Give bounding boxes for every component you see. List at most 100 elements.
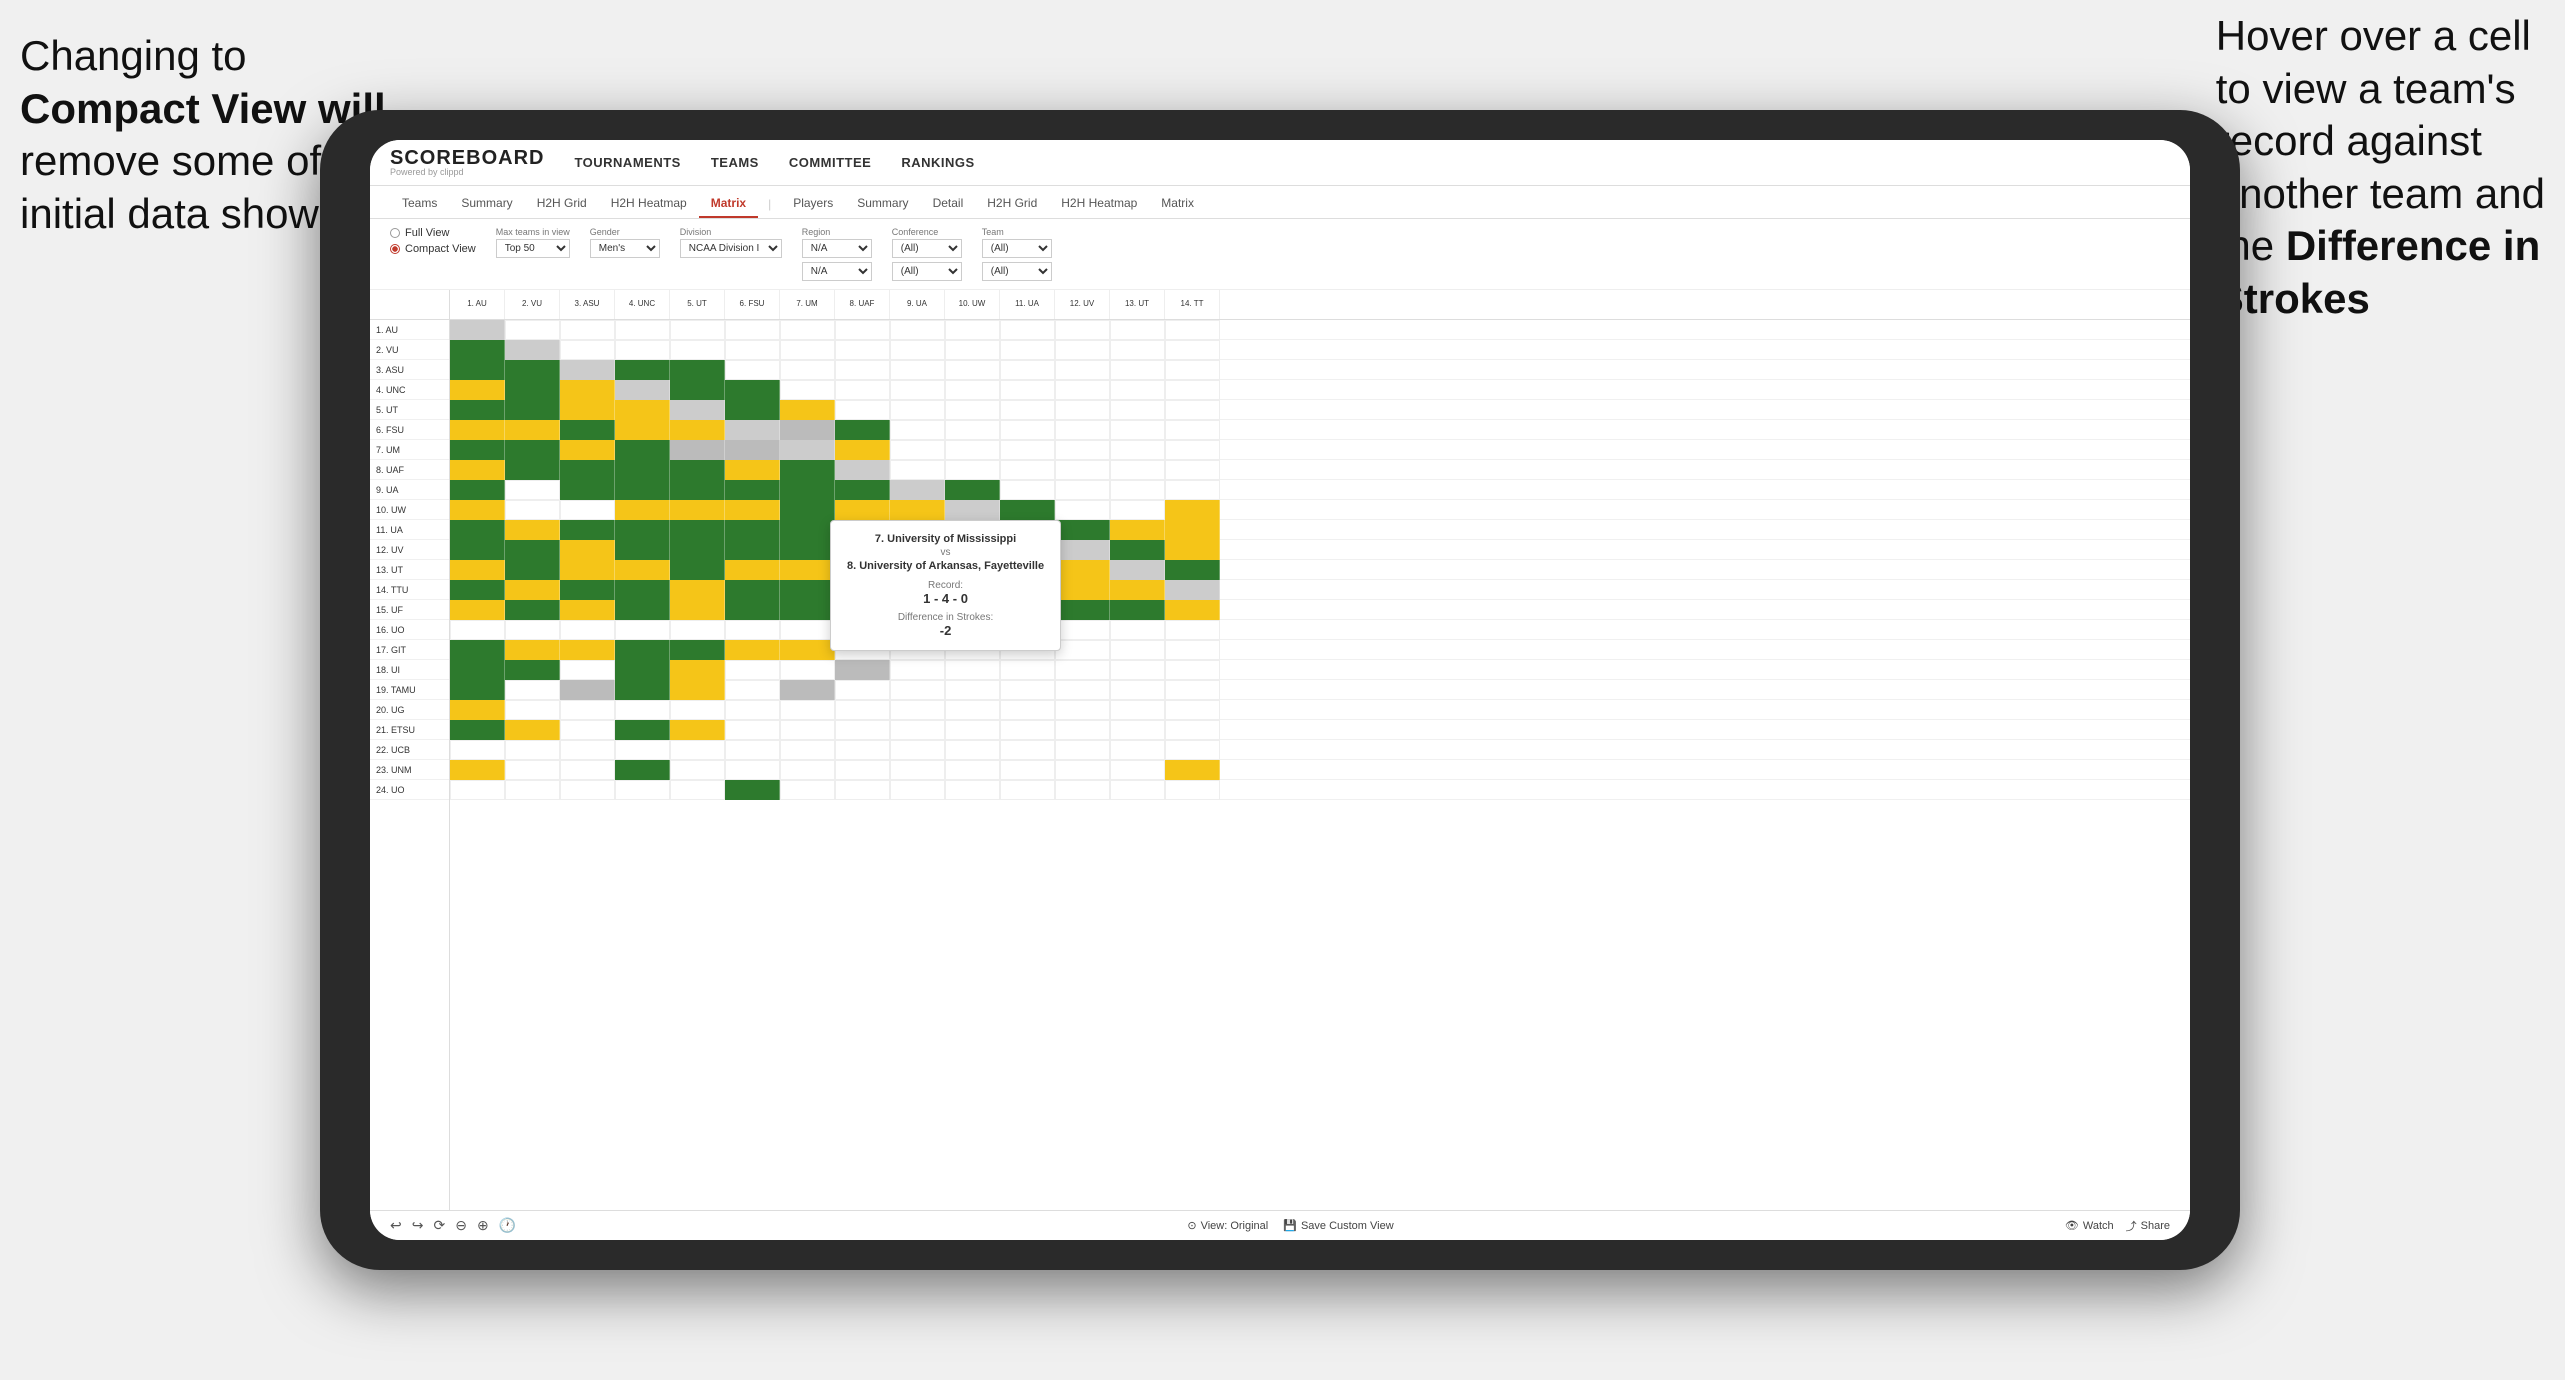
cell-10-11[interactable] bbox=[1000, 500, 1055, 520]
cell-24-5[interactable] bbox=[670, 780, 725, 800]
cell-8-6[interactable] bbox=[725, 460, 780, 480]
cell-18-5[interactable] bbox=[670, 660, 725, 680]
cell-17-13[interactable] bbox=[1110, 640, 1165, 660]
cell-14-12[interactable] bbox=[1055, 580, 1110, 600]
cell-5-6[interactable] bbox=[725, 400, 780, 420]
cell-24-1[interactable] bbox=[450, 780, 505, 800]
cell-1-4[interactable] bbox=[615, 320, 670, 340]
cell-20-13[interactable] bbox=[1110, 700, 1165, 720]
nav-rankings[interactable]: RANKINGS bbox=[901, 155, 974, 170]
cell-13-13[interactable] bbox=[1110, 560, 1165, 580]
cell-20-2[interactable] bbox=[505, 700, 560, 720]
cell-1-1[interactable] bbox=[450, 320, 505, 340]
compact-view-radio[interactable] bbox=[390, 244, 400, 254]
cell-6-13[interactable] bbox=[1110, 420, 1165, 440]
cell-2-2[interactable] bbox=[505, 340, 560, 360]
conference-select[interactable]: (All) bbox=[892, 239, 962, 258]
cell-6-14[interactable] bbox=[1165, 420, 1220, 440]
cell-19-14[interactable] bbox=[1165, 680, 1220, 700]
cell-5-13[interactable] bbox=[1110, 400, 1165, 420]
zoom-in-icon[interactable]: ⊕ bbox=[477, 1217, 489, 1234]
cell-6-10[interactable] bbox=[945, 420, 1000, 440]
cell-20-6[interactable] bbox=[725, 700, 780, 720]
cell-24-8[interactable] bbox=[835, 780, 890, 800]
cell-6-2[interactable] bbox=[505, 420, 560, 440]
cell-4-8[interactable] bbox=[835, 380, 890, 400]
cell-9-6[interactable] bbox=[725, 480, 780, 500]
cell-14-3[interactable] bbox=[560, 580, 615, 600]
cell-15-7[interactable] bbox=[780, 600, 835, 620]
cell-19-13[interactable] bbox=[1110, 680, 1165, 700]
cell-6-5[interactable] bbox=[670, 420, 725, 440]
cell-2-7[interactable] bbox=[780, 340, 835, 360]
tab-players-h2h-grid[interactable]: H2H Grid bbox=[975, 190, 1049, 218]
cell-11-1[interactable] bbox=[450, 520, 505, 540]
cell-24-3[interactable] bbox=[560, 780, 615, 800]
tab-players-h2h-heatmap[interactable]: H2H Heatmap bbox=[1049, 190, 1149, 218]
cell-5-1[interactable] bbox=[450, 400, 505, 420]
cell-9-14[interactable] bbox=[1165, 480, 1220, 500]
cell-21-11[interactable] bbox=[1000, 720, 1055, 740]
cell-13-4[interactable] bbox=[615, 560, 670, 580]
cell-4-3[interactable] bbox=[560, 380, 615, 400]
cell-7-7[interactable] bbox=[780, 440, 835, 460]
cell-24-9[interactable] bbox=[890, 780, 945, 800]
cell-10-1[interactable] bbox=[450, 500, 505, 520]
cell-2-13[interactable] bbox=[1110, 340, 1165, 360]
cell-19-10[interactable] bbox=[945, 680, 1000, 700]
cell-3-4[interactable] bbox=[615, 360, 670, 380]
cell-21-12[interactable] bbox=[1055, 720, 1110, 740]
cell-18-7[interactable] bbox=[780, 660, 835, 680]
cell-16-7[interactable] bbox=[780, 620, 835, 640]
cell-7-10[interactable] bbox=[945, 440, 1000, 460]
cell-23-5[interactable] bbox=[670, 760, 725, 780]
cell-10-13[interactable] bbox=[1110, 500, 1165, 520]
cell-22-2[interactable] bbox=[505, 740, 560, 760]
cell-23-14[interactable] bbox=[1165, 760, 1220, 780]
cell-24-12[interactable] bbox=[1055, 780, 1110, 800]
cell-1-8[interactable] bbox=[835, 320, 890, 340]
cell-1-2[interactable] bbox=[505, 320, 560, 340]
cell-3-8[interactable] bbox=[835, 360, 890, 380]
cell-18-9[interactable] bbox=[890, 660, 945, 680]
cell-19-4[interactable] bbox=[615, 680, 670, 700]
cell-23-2[interactable] bbox=[505, 760, 560, 780]
cell-16-6[interactable] bbox=[725, 620, 780, 640]
cell-8-5[interactable] bbox=[670, 460, 725, 480]
cell-22-3[interactable] bbox=[560, 740, 615, 760]
cell-21-8[interactable] bbox=[835, 720, 890, 740]
cell-3-1[interactable] bbox=[450, 360, 505, 380]
cell-22-1[interactable] bbox=[450, 740, 505, 760]
cell-5-7[interactable] bbox=[780, 400, 835, 420]
cell-15-5[interactable] bbox=[670, 600, 725, 620]
cell-22-7[interactable] bbox=[780, 740, 835, 760]
region-select[interactable]: N/A bbox=[802, 239, 872, 258]
cell-7-11[interactable] bbox=[1000, 440, 1055, 460]
cell-17-1[interactable] bbox=[450, 640, 505, 660]
cell-17-14[interactable] bbox=[1165, 640, 1220, 660]
nav-teams[interactable]: TEAMS bbox=[711, 155, 759, 170]
cell-1-7[interactable] bbox=[780, 320, 835, 340]
cell-12-2[interactable] bbox=[505, 540, 560, 560]
cell-7-1[interactable] bbox=[450, 440, 505, 460]
cell-9-4[interactable] bbox=[615, 480, 670, 500]
cell-21-10[interactable] bbox=[945, 720, 1000, 740]
cell-18-12[interactable] bbox=[1055, 660, 1110, 680]
region-select2[interactable]: N/A bbox=[802, 262, 872, 281]
cell-9-10[interactable] bbox=[945, 480, 1000, 500]
cell-2-6[interactable] bbox=[725, 340, 780, 360]
cell-14-2[interactable] bbox=[505, 580, 560, 600]
cell-13-6[interactable] bbox=[725, 560, 780, 580]
cell-16-14[interactable] bbox=[1165, 620, 1220, 640]
cell-14-1[interactable] bbox=[450, 580, 505, 600]
cell-14-7[interactable] bbox=[780, 580, 835, 600]
cell-10-3[interactable] bbox=[560, 500, 615, 520]
cell-17-4[interactable] bbox=[615, 640, 670, 660]
cell-23-7[interactable] bbox=[780, 760, 835, 780]
cell-4-6[interactable] bbox=[725, 380, 780, 400]
cell-19-7[interactable] bbox=[780, 680, 835, 700]
cell-2-14[interactable] bbox=[1165, 340, 1220, 360]
cell-7-6[interactable] bbox=[725, 440, 780, 460]
cell-3-5[interactable] bbox=[670, 360, 725, 380]
cell-24-4[interactable] bbox=[615, 780, 670, 800]
